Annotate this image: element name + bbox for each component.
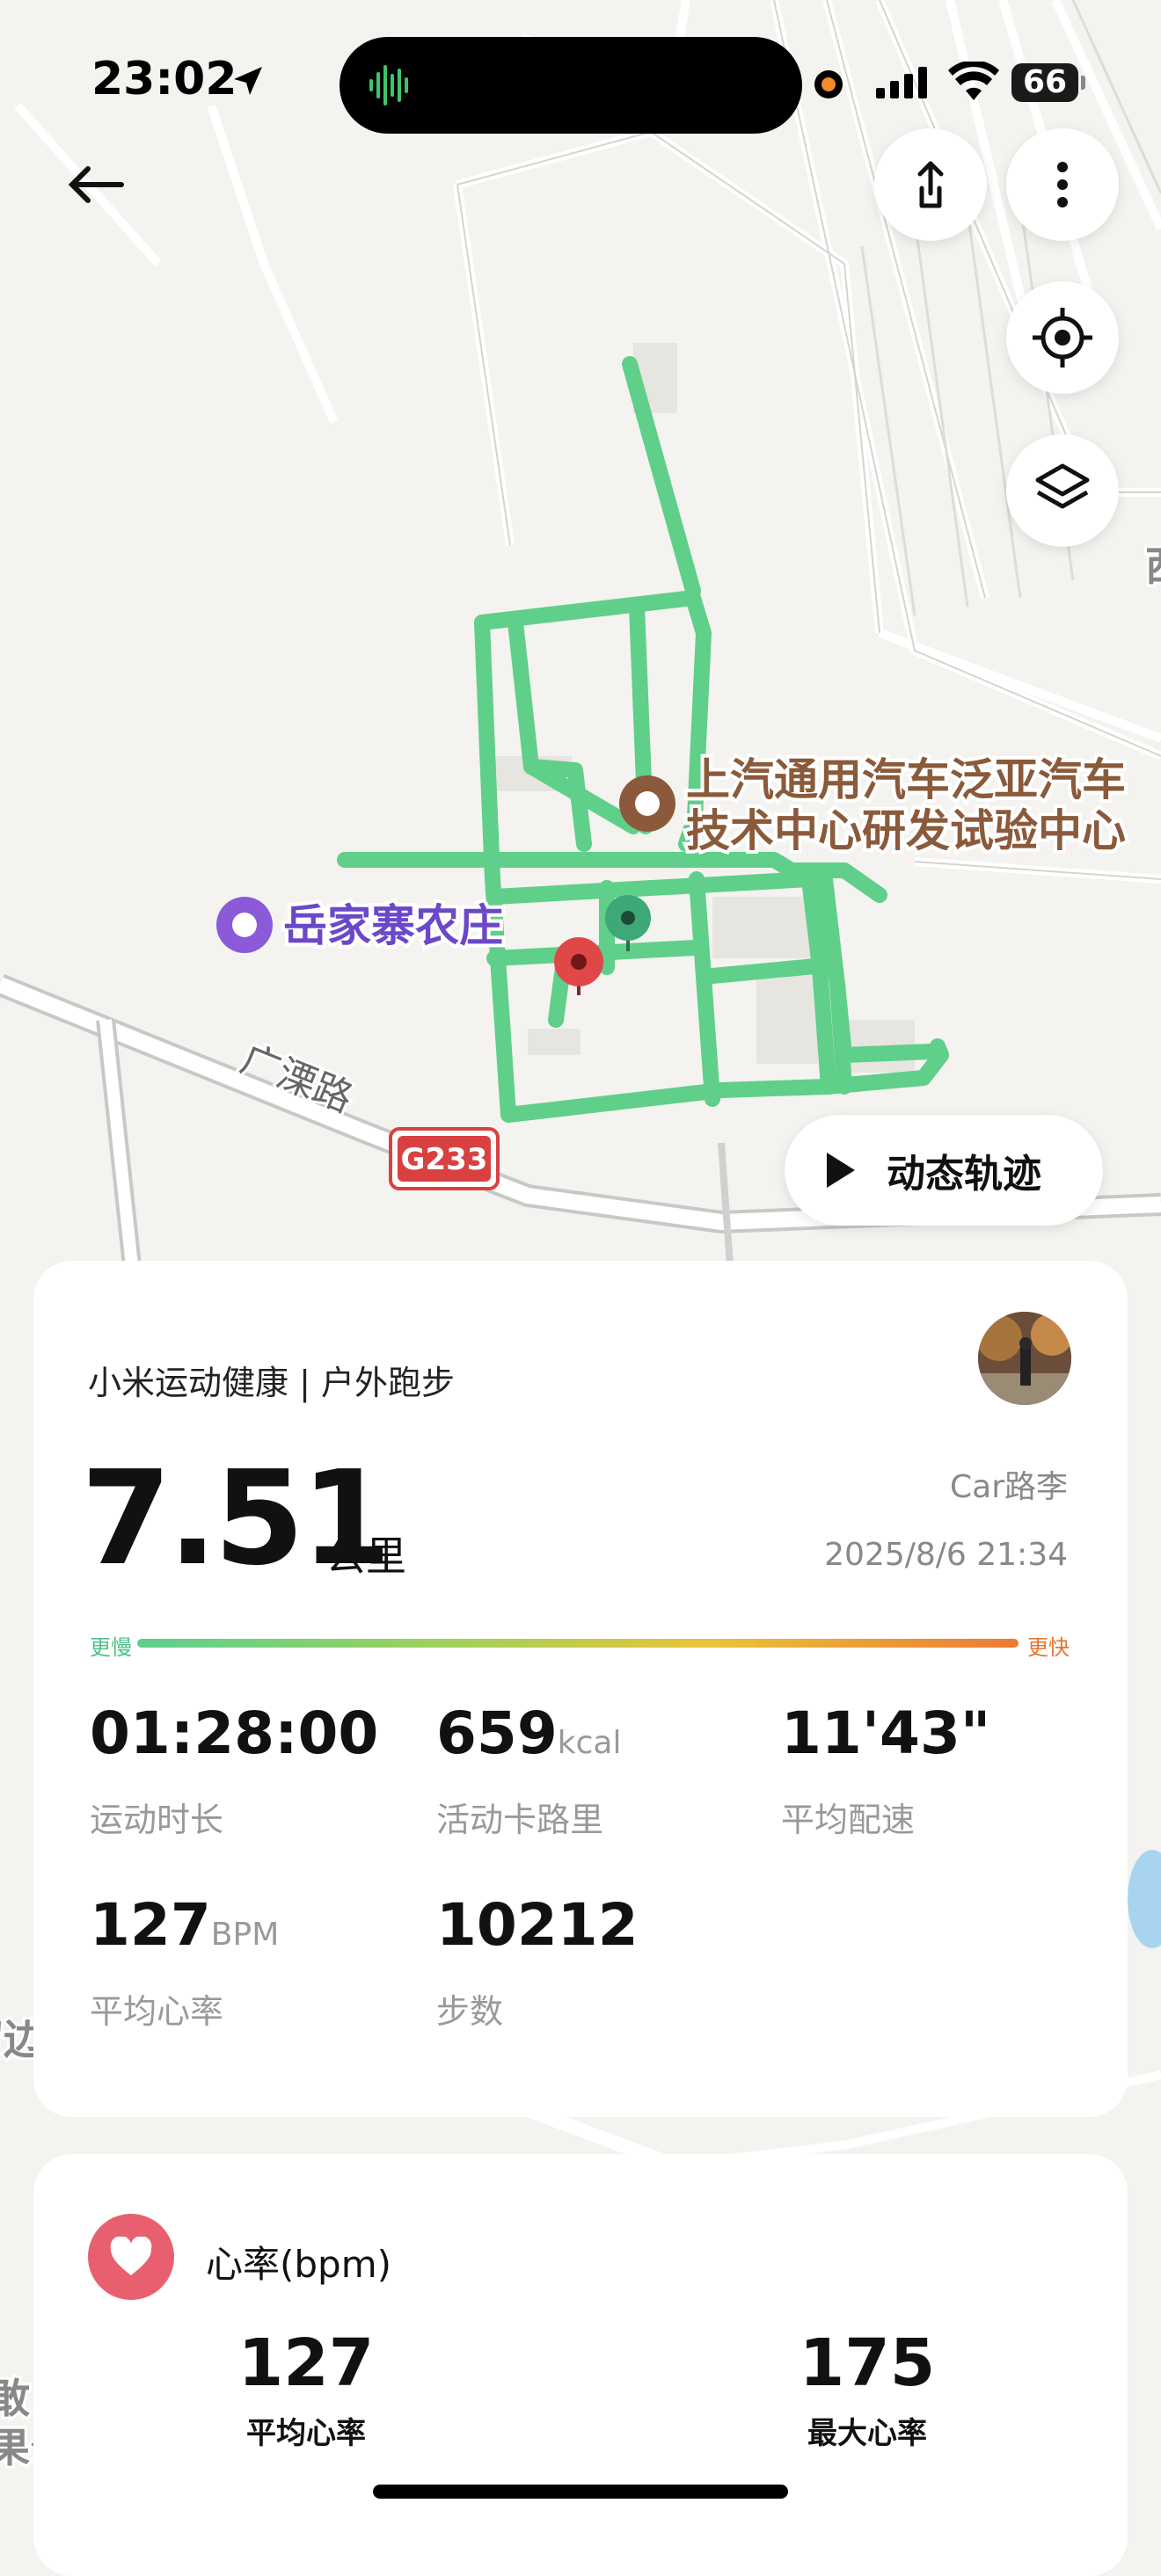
svg-text:G233: G233 (401, 1142, 488, 1177)
back-button[interactable] (58, 149, 137, 220)
pace-faster-label: 更快 (1027, 1635, 1070, 1660)
stat-avg-pace: 11'43" 平均配速 (781, 1699, 991, 1840)
more-vertical-icon (1057, 162, 1068, 207)
heart-rate-title: 心率(bpm) (206, 2243, 392, 2286)
edge-text-1: 西 (1145, 542, 1161, 590)
hr-max: 175 最大心率 (799, 2325, 936, 2451)
poi-marker-brown[interactable] (619, 775, 675, 832)
share-button[interactable] (874, 128, 987, 241)
share-icon (917, 161, 944, 208)
wifi-icon (948, 62, 999, 100)
poi-label-2: 岳家寨农庄 (283, 900, 503, 951)
recording-dot-icon (814, 70, 843, 98)
arrow-left-icon (68, 166, 124, 203)
layers-button[interactable] (1006, 434, 1119, 547)
workout-datetime: 2025/8/6 21:34 (824, 1537, 1068, 1573)
distance-unit: 公里 (325, 1532, 406, 1580)
home-indicator[interactable] (373, 2485, 788, 2499)
heart-rate-card[interactable]: 心率(bpm) 127 平均心率 175 最大心率 (33, 2154, 1128, 2576)
stat-avg-heart-rate: 127BPM 平均心率 (90, 1891, 280, 2032)
heart-icon (88, 2214, 174, 2300)
poi-marker-purple[interactable] (216, 897, 273, 953)
status-bar: 23:02 66 (0, 0, 1161, 167)
workout-source-title: 小米运动健康 | 户外跑步 (88, 1364, 455, 1402)
more-button[interactable] (1006, 128, 1119, 241)
avatar[interactable] (978, 1312, 1071, 1405)
play-icon (827, 1153, 855, 1188)
stat-duration: 01:28:00 运动时长 (90, 1699, 379, 1840)
layers-icon (1035, 463, 1090, 509)
stat-calories: 659kcal 活动卡路里 (436, 1699, 622, 1840)
hr-avg: 127 平均心率 (237, 2325, 375, 2451)
edge-text-3: 敢 (0, 2375, 30, 2422)
dynamic-track-label: 动态轨迹 (887, 1152, 1041, 1197)
locate-icon (1033, 308, 1092, 367)
poi-label-1: 上汽通用汽车泛亚汽车 (686, 754, 1126, 805)
dynamic-track-button[interactable]: 动态轨迹 (785, 1115, 1103, 1226)
status-time: 23:02 (91, 53, 237, 106)
road-badge: G233 (389, 1127, 500, 1190)
stat-steps: 10212 步数 (436, 1891, 639, 2032)
user-name: Car路李 (950, 1469, 1068, 1505)
battery-indicator: 66 (1011, 63, 1085, 102)
pace-slower-label: 更慢 (90, 1635, 132, 1660)
poi-label-1-line2: 技术中心研发试验中心 (686, 805, 1126, 856)
workout-summary-card: 小米运动健康 | 户外跑步 7.51 公里 Car路李 2025/8/6 21:… (33, 1261, 1128, 2117)
pace-gradient-bar (137, 1639, 1019, 1648)
dynamic-island (340, 37, 802, 134)
audio-wave-icon (369, 65, 408, 106)
signal-icon (876, 67, 927, 98)
locate-button[interactable] (1006, 281, 1119, 394)
location-arrow-icon (234, 67, 262, 95)
